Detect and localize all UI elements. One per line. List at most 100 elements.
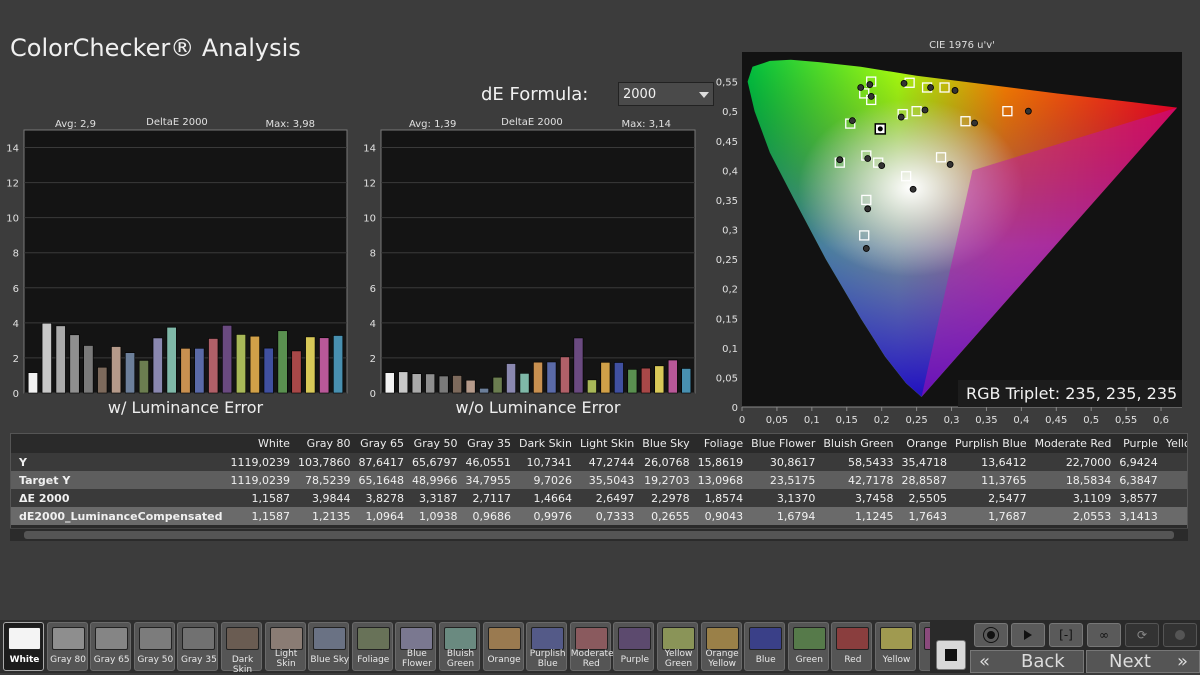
bar [573, 337, 584, 394]
refresh-button[interactable]: ⟳ [1125, 623, 1159, 647]
formula-label: dE Formula: [481, 84, 589, 105]
table-cell: 1,4664 [514, 489, 576, 507]
refresh-icon: ⟳ [1136, 628, 1148, 642]
bar [654, 365, 665, 394]
swatch-blue-sky[interactable]: Blue Sky [308, 622, 350, 671]
swatch-label: Moderate Red [570, 649, 614, 669]
swatch-yellow[interactable]: Yellow [875, 622, 916, 671]
bar [600, 362, 611, 394]
big-stop-button[interactable] [936, 640, 966, 670]
swatch-chip [574, 627, 608, 650]
loop-button[interactable]: ∞ [1087, 623, 1121, 647]
swatch-label: Red [844, 655, 862, 665]
measured-marker [857, 84, 865, 91]
bar [333, 335, 344, 394]
x-tick-label: 0,6 [1153, 415, 1169, 426]
swatch-white[interactable]: White [3, 622, 44, 671]
swatch-purple[interactable]: Purple [613, 622, 655, 671]
bar [681, 368, 692, 394]
swatch-gray-80[interactable]: Gray 80 [46, 622, 88, 671]
swatch-light-skin[interactable]: Light Skin [264, 622, 306, 671]
stop-button[interactable] [974, 623, 1008, 647]
next-button[interactable]: Next » [1086, 650, 1200, 673]
swatch-yellow-green[interactable]: Yellow Green [657, 622, 698, 671]
column-header: Foliage [693, 434, 748, 453]
formula-dropdown[interactable]: 2000 [618, 82, 714, 106]
y-tick-label: 0,3 [722, 226, 738, 237]
bar [83, 345, 94, 394]
table-cell: 103,7860 [293, 453, 355, 471]
x-tick-label: 0,55 [1115, 415, 1137, 426]
bar [519, 373, 530, 394]
swatch-red[interactable]: Red [831, 622, 873, 671]
bar2-caption: w/o Luminance Error [455, 398, 621, 417]
bar [546, 361, 557, 394]
table-cell: 19,2703 [638, 471, 694, 489]
column-header: Gray 50 [407, 434, 462, 453]
bar [235, 334, 246, 394]
swatch-dark-skin[interactable]: Dark Skin [221, 622, 262, 675]
table-cell: 0,9976 [514, 507, 576, 525]
frame-button[interactable]: [-] [1049, 623, 1083, 647]
swatch-green[interactable]: Green [787, 622, 829, 671]
bar [627, 369, 638, 394]
table-scrollbar-thumb[interactable] [24, 531, 1174, 539]
table-row: dE2000_LuminanceCompensated 1,1587 1,2135 1… [11, 507, 1187, 525]
bar [438, 375, 449, 394]
table-cell: 13,0968 [693, 471, 748, 489]
table-scrollbar[interactable] [10, 528, 1188, 541]
swatch-orange-yellow[interactable]: Orange Yellow [700, 622, 742, 671]
table-row: Y 1119,0239 103,7860 87,6417 65,6797 46,0551 1… [11, 453, 1187, 471]
table-cell: 11,3765 [951, 471, 1031, 489]
table-cell: 1,7643 [897, 507, 952, 525]
table-cell: 0,2655 [638, 507, 694, 525]
swatch-moderate-red[interactable]: Moderate Red [569, 622, 614, 671]
table-cell: 65,6797 [407, 453, 462, 471]
table-cell: 34,7955 [461, 471, 515, 489]
swatch-blue-flower[interactable]: Blue Flower [395, 622, 437, 671]
swatch-label: Blue [755, 655, 776, 665]
swatch-chip [356, 627, 390, 650]
next-label: Next [1109, 651, 1151, 672]
swatch-gray-65[interactable]: Gray 65 [90, 622, 132, 671]
play-button[interactable] [1011, 623, 1045, 647]
swatch-gray-35[interactable]: Gray 35 [177, 622, 219, 671]
table-corner [11, 434, 227, 453]
back-button[interactable]: « Back [970, 650, 1084, 673]
swatch-orange[interactable]: Orange [482, 622, 524, 671]
table-cell: 30,8617 [747, 453, 820, 471]
table-cell: 2,5505 [897, 489, 952, 507]
y-tick-label: 0 [732, 403, 738, 414]
y-tick-label: 0 [370, 389, 376, 400]
table-cell: 1119,0239 [226, 453, 294, 471]
swatch-bluish-green[interactable]: Bluish Green [439, 622, 480, 671]
measured-marker [971, 119, 978, 127]
bar1-caption: w/ Luminance Error [107, 398, 264, 417]
x-tick-label: 0,5 [1083, 415, 1099, 426]
x-tick-label: 0,25 [905, 415, 927, 426]
swatch-label: Purple [620, 655, 650, 665]
measured-marker [848, 117, 856, 125]
swatch-label: Blue Sky [310, 655, 350, 665]
record-button[interactable] [1163, 623, 1197, 647]
table-cell: 10,7341 [514, 453, 576, 471]
y-tick-label: 6 [13, 284, 19, 295]
swatch-gray-50[interactable]: Gray 50 [133, 622, 175, 671]
swatch-chip [487, 627, 521, 650]
swatch-blue[interactable]: Blue [744, 622, 786, 671]
row-header: Y [11, 453, 227, 471]
column-header: Blue Flower [747, 434, 820, 453]
swatch-foliage[interactable]: Foliage [351, 622, 393, 671]
column-header: Dark Skin [514, 434, 576, 453]
table-cell: 1,1587 [226, 489, 294, 507]
bar [587, 379, 597, 394]
bar [27, 372, 38, 394]
table-cell: 23,5175 [747, 471, 820, 489]
table-cell: 0,9043 [693, 507, 748, 525]
table-cell: 46,0551 [461, 453, 515, 471]
bar [208, 338, 219, 394]
swatch-purplish-blue[interactable]: Purplish Blue [526, 622, 568, 671]
measured-marker [946, 161, 954, 168]
table-cell: 9,7026 [514, 471, 576, 489]
bar [97, 366, 108, 394]
